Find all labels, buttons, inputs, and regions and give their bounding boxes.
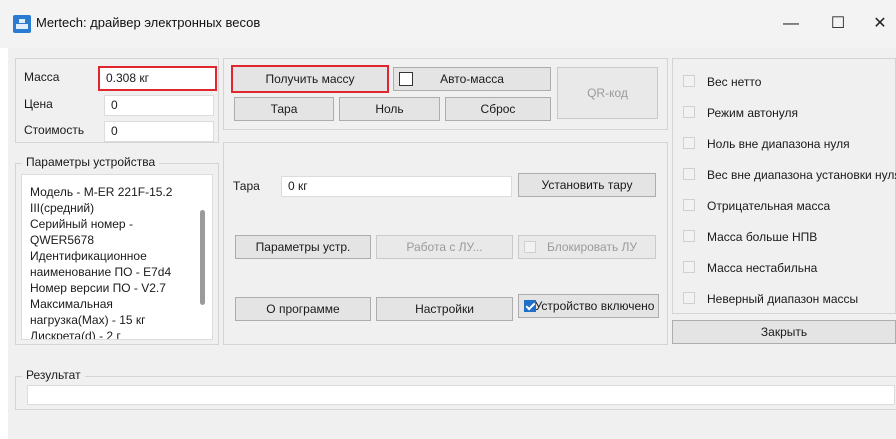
device-params-lines: Модель - M-ER 221F-15.2 III(средний) Серий… bbox=[22, 175, 212, 340]
status-flag-label: Неверный диапазон массы bbox=[707, 292, 859, 306]
mass-label: Масса bbox=[24, 70, 60, 84]
status-flag-checkbox bbox=[683, 261, 695, 273]
device-on-checkbox[interactable] bbox=[524, 300, 536, 312]
auto-mass-button[interactable]: Авто-масса bbox=[393, 67, 551, 91]
mass-field[interactable]: 0.308 кг bbox=[98, 66, 217, 91]
reset-button[interactable]: Сброс bbox=[445, 97, 551, 121]
device-params-button[interactable]: Параметры устр. bbox=[235, 235, 371, 259]
status-flag-item: Ноль вне диапазона нуля bbox=[683, 136, 895, 152]
close-window-button[interactable]: ✕ bbox=[860, 10, 896, 38]
device-param-line: Дискрета(d) - 2 г bbox=[30, 329, 121, 340]
price-label: Цена bbox=[24, 97, 53, 111]
result-legend: Результат bbox=[22, 368, 85, 382]
price-field[interactable]: 0 bbox=[104, 95, 214, 116]
status-flag-label: Вес нетто bbox=[707, 75, 762, 89]
device-params-list[interactable]: Модель - M-ER 221F-15.2 III(средний) Серий… bbox=[21, 174, 213, 340]
result-group bbox=[15, 376, 896, 410]
cost-field[interactable]: 0 bbox=[104, 121, 214, 142]
work-with-lu-button[interactable]: Работа с ЛУ... bbox=[376, 235, 513, 259]
device-param-line: наименование ПО - E7d4 bbox=[30, 265, 172, 279]
status-flag-checkbox bbox=[683, 199, 695, 211]
block-lu-checkbox[interactable] bbox=[524, 241, 536, 253]
auto-mass-label: Авто-масса bbox=[440, 72, 504, 86]
device-param-line: Номер версии ПО - V2.7 bbox=[30, 281, 166, 295]
window-title: Mertech: драйвер электронных весов bbox=[36, 15, 261, 30]
status-flag-label: Масса больше НПВ bbox=[707, 230, 818, 244]
mass-actions-panel: Получить массу Авто-масса QR-код Тара Но… bbox=[223, 58, 668, 130]
status-flag-checkbox bbox=[683, 168, 695, 180]
status-flag-label: Режим автонуля bbox=[707, 106, 799, 120]
client-area: Масса 0.308 кг Цена 0 Стоимость 0 Модель… bbox=[8, 48, 896, 439]
status-flags-panel: Вес нетто Режим автонуля Ноль вне диапазон… bbox=[672, 58, 896, 314]
status-flag-checkbox bbox=[683, 106, 695, 118]
close-button[interactable]: Закрыть bbox=[672, 320, 896, 344]
status-flag-item: Масса нестабильна bbox=[683, 260, 895, 276]
block-lu-label: Блокировать ЛУ bbox=[546, 240, 638, 254]
title-bar: Mertech: драйвер электронных весов — ☐ ✕ bbox=[0, 0, 896, 48]
status-flag-label: Вес вне диапазона установки нуля bbox=[707, 168, 896, 182]
get-mass-button[interactable]: Получить массу bbox=[231, 65, 389, 93]
status-flag-item: Режим автонуля bbox=[683, 105, 895, 121]
device-param-line: Модель - M-ER 221F-15.2 bbox=[30, 185, 173, 199]
scale-app-icon bbox=[13, 15, 31, 33]
about-button[interactable]: О программе bbox=[235, 297, 371, 321]
status-flag-item: Вес вне диапазона установки нуля bbox=[683, 167, 896, 183]
device-param-line: нагрузка(Max) - 15 кг bbox=[30, 313, 146, 327]
status-flag-item: Отрицательная масса bbox=[683, 198, 895, 214]
device-on-button[interactable]: Устройство включено bbox=[518, 294, 659, 318]
list-scrollbar[interactable] bbox=[200, 210, 205, 305]
status-flag-checkbox bbox=[683, 75, 695, 87]
result-field[interactable] bbox=[27, 385, 895, 405]
tare-button[interactable]: Тара bbox=[234, 97, 334, 121]
settings-button[interactable]: Настройки bbox=[376, 297, 513, 321]
auto-mass-checkbox[interactable] bbox=[399, 72, 413, 86]
qr-code-button[interactable]: QR-код bbox=[557, 67, 658, 119]
set-tare-button[interactable]: Установить тару bbox=[518, 173, 656, 197]
status-flag-item: Неверный диапазон массы bbox=[683, 291, 895, 307]
status-flag-checkbox bbox=[683, 292, 695, 304]
device-param-line: Серийный номер - bbox=[30, 217, 133, 231]
status-flag-label: Ноль вне диапазона нуля bbox=[707, 137, 850, 151]
block-lu-button[interactable]: Блокировать ЛУ bbox=[518, 235, 656, 259]
maximize-button[interactable]: ☐ bbox=[818, 10, 858, 38]
device-param-line: Идентификационное bbox=[30, 249, 147, 263]
cost-label: Стоимость bbox=[24, 123, 85, 137]
minimize-button[interactable]: — bbox=[771, 10, 811, 38]
status-flag-checkbox bbox=[683, 230, 695, 242]
device-params-legend: Параметры устройства bbox=[22, 155, 160, 169]
status-flag-label: Масса нестабильна bbox=[707, 261, 818, 275]
values-panel: Масса 0.308 кг Цена 0 Стоимость 0 bbox=[15, 58, 219, 143]
device-on-label: Устройство включено bbox=[534, 299, 655, 313]
tare-field[interactable]: 0 кг bbox=[281, 176, 512, 197]
controls-panel: Тара 0 кг Установить тару Параметры устр… bbox=[223, 142, 668, 345]
device-params-group: Модель - M-ER 221F-15.2 III(средний) Серий… bbox=[15, 163, 219, 345]
device-param-line: QWER5678 bbox=[30, 233, 95, 247]
zero-button[interactable]: Ноль bbox=[339, 97, 440, 121]
device-param-line: Максимальная bbox=[30, 297, 113, 311]
tare-field-label: Тара bbox=[233, 179, 260, 193]
device-param-line: III(средний) bbox=[30, 201, 95, 215]
status-flag-item: Масса больше НПВ bbox=[683, 229, 895, 245]
status-flag-item: Вес нетто bbox=[683, 74, 895, 90]
status-flag-checkbox bbox=[683, 137, 695, 149]
status-flag-label: Отрицательная масса bbox=[707, 199, 831, 213]
